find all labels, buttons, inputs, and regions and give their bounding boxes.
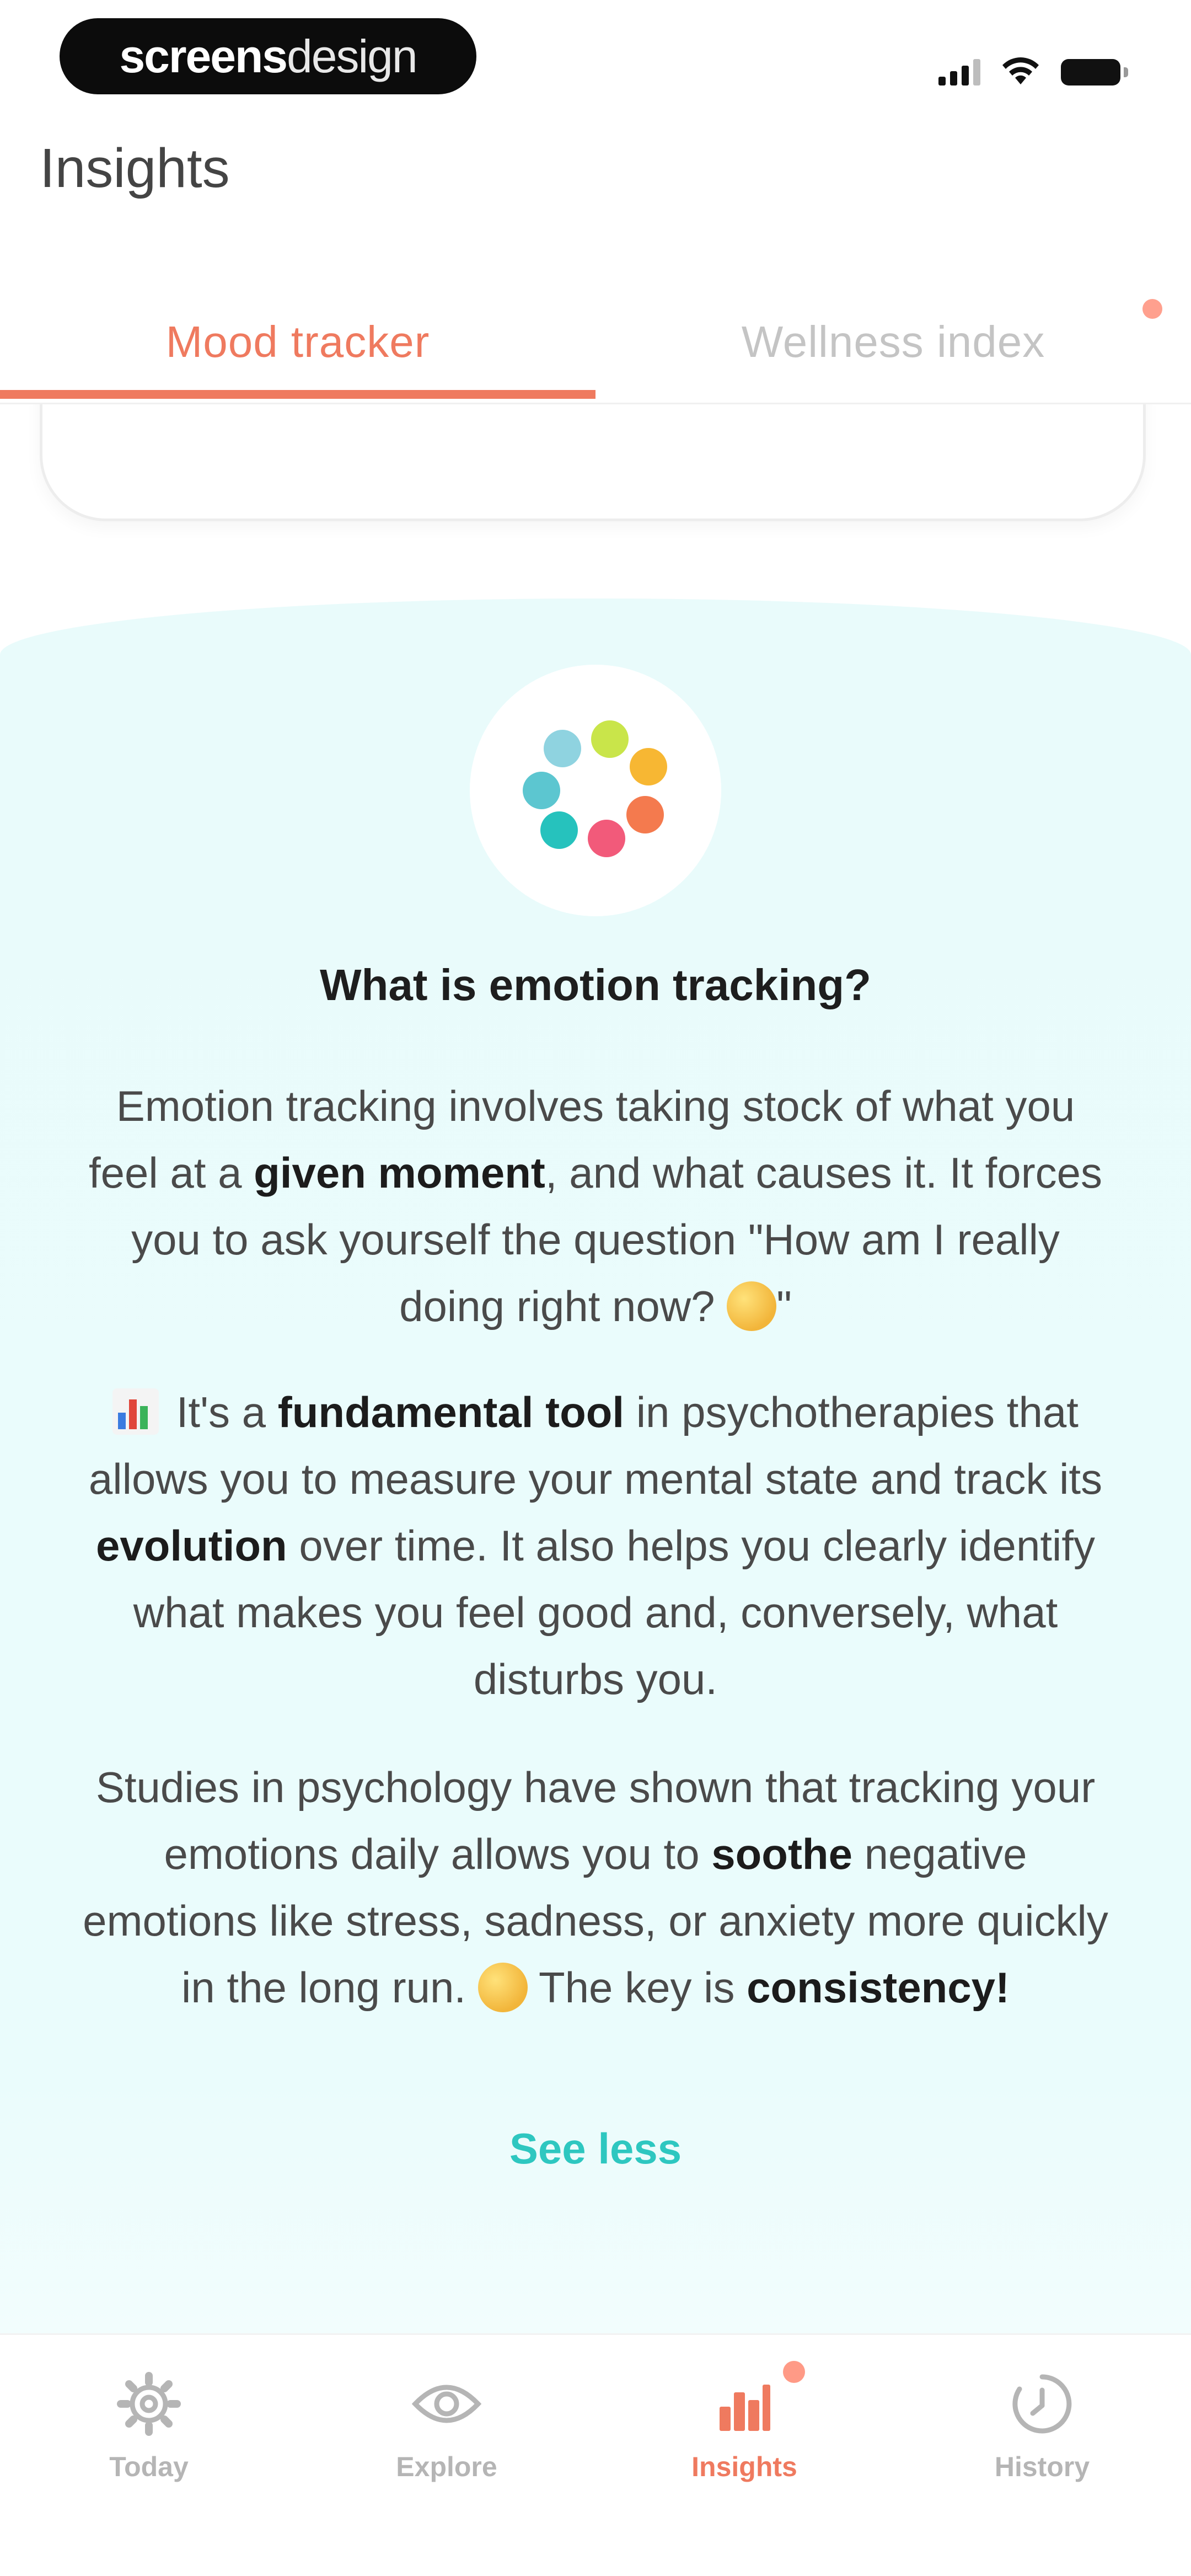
see-less-link[interactable]: See less — [0, 2124, 1191, 2174]
brand-text-light: design — [287, 30, 418, 82]
info-paragraph-3: Studies in psychology have shown that tr… — [77, 1754, 1114, 2021]
insights-notification-dot — [783, 2361, 805, 2383]
bold-text: fundamental tool — [277, 1388, 625, 1436]
bold-text: soothe — [711, 1830, 852, 1878]
screen: screensdesign Insights Mood tracker Well… — [0, 0, 1191, 2576]
thinking-face-emoji-icon — [727, 1281, 777, 1331]
nav-label: History — [994, 2451, 1090, 2482]
tab-label: Mood tracker — [165, 317, 430, 366]
tab-mood-tracker[interactable]: Mood tracker — [0, 287, 596, 399]
nav-label: Today — [109, 2451, 189, 2482]
info-paragraph-2: It's a fundamental tool in psychotherapi… — [77, 1379, 1114, 1713]
app-logo — [470, 665, 721, 916]
status-bar: screensdesign — [0, 0, 1191, 116]
bold-text: evolution — [96, 1521, 287, 1570]
bold-text: given moment — [254, 1148, 545, 1197]
info-title: What is emotion tracking? — [319, 960, 872, 1009]
text-run: The key is — [527, 1963, 747, 2012]
nav-label: Insights — [691, 2451, 797, 2482]
active-tab-indicator — [0, 390, 596, 399]
brand-watermark: screensdesign — [60, 18, 476, 94]
page-title: Insights — [40, 137, 230, 199]
tab-bar: Mood tracker Wellness index — [0, 287, 1191, 404]
notification-dot — [1142, 299, 1162, 319]
battery-icon — [1061, 59, 1128, 85]
nav-label: Explore — [396, 2451, 497, 2482]
text-run: It's a — [164, 1388, 278, 1436]
info-paragraph-1: Emotion tracking involves taking stock o… — [77, 1073, 1114, 1340]
tab-wellness-index[interactable]: Wellness index — [596, 287, 1191, 397]
history-clock-icon — [1012, 2374, 1072, 2434]
brand-text-bold: screens — [119, 30, 288, 82]
wifi-icon — [1002, 57, 1039, 84]
nav-item-history[interactable]: History — [893, 2368, 1191, 2511]
bottom-navigation: Today Explore Insights History — [0, 2333, 1191, 2576]
eye-icon — [411, 2385, 482, 2423]
status-icons — [938, 52, 1128, 85]
nav-item-insights[interactable]: Insights — [596, 2368, 893, 2511]
nav-item-today[interactable]: Today — [0, 2368, 298, 2511]
bar-chart-icon — [720, 2385, 770, 2431]
dots-ring-icon — [523, 720, 667, 857]
relieved-face-emoji-icon — [478, 1963, 528, 2012]
tab-label: Wellness index — [741, 317, 1045, 366]
cellular-signal-icon — [938, 59, 980, 85]
bar-chart-emoji-icon — [112, 1388, 159, 1435]
bold-text: consistency! — [747, 1963, 1010, 2012]
gear-icon — [117, 2372, 181, 2436]
text-run: " — [776, 1282, 792, 1330]
nav-item-explore[interactable]: Explore — [298, 2368, 596, 2511]
